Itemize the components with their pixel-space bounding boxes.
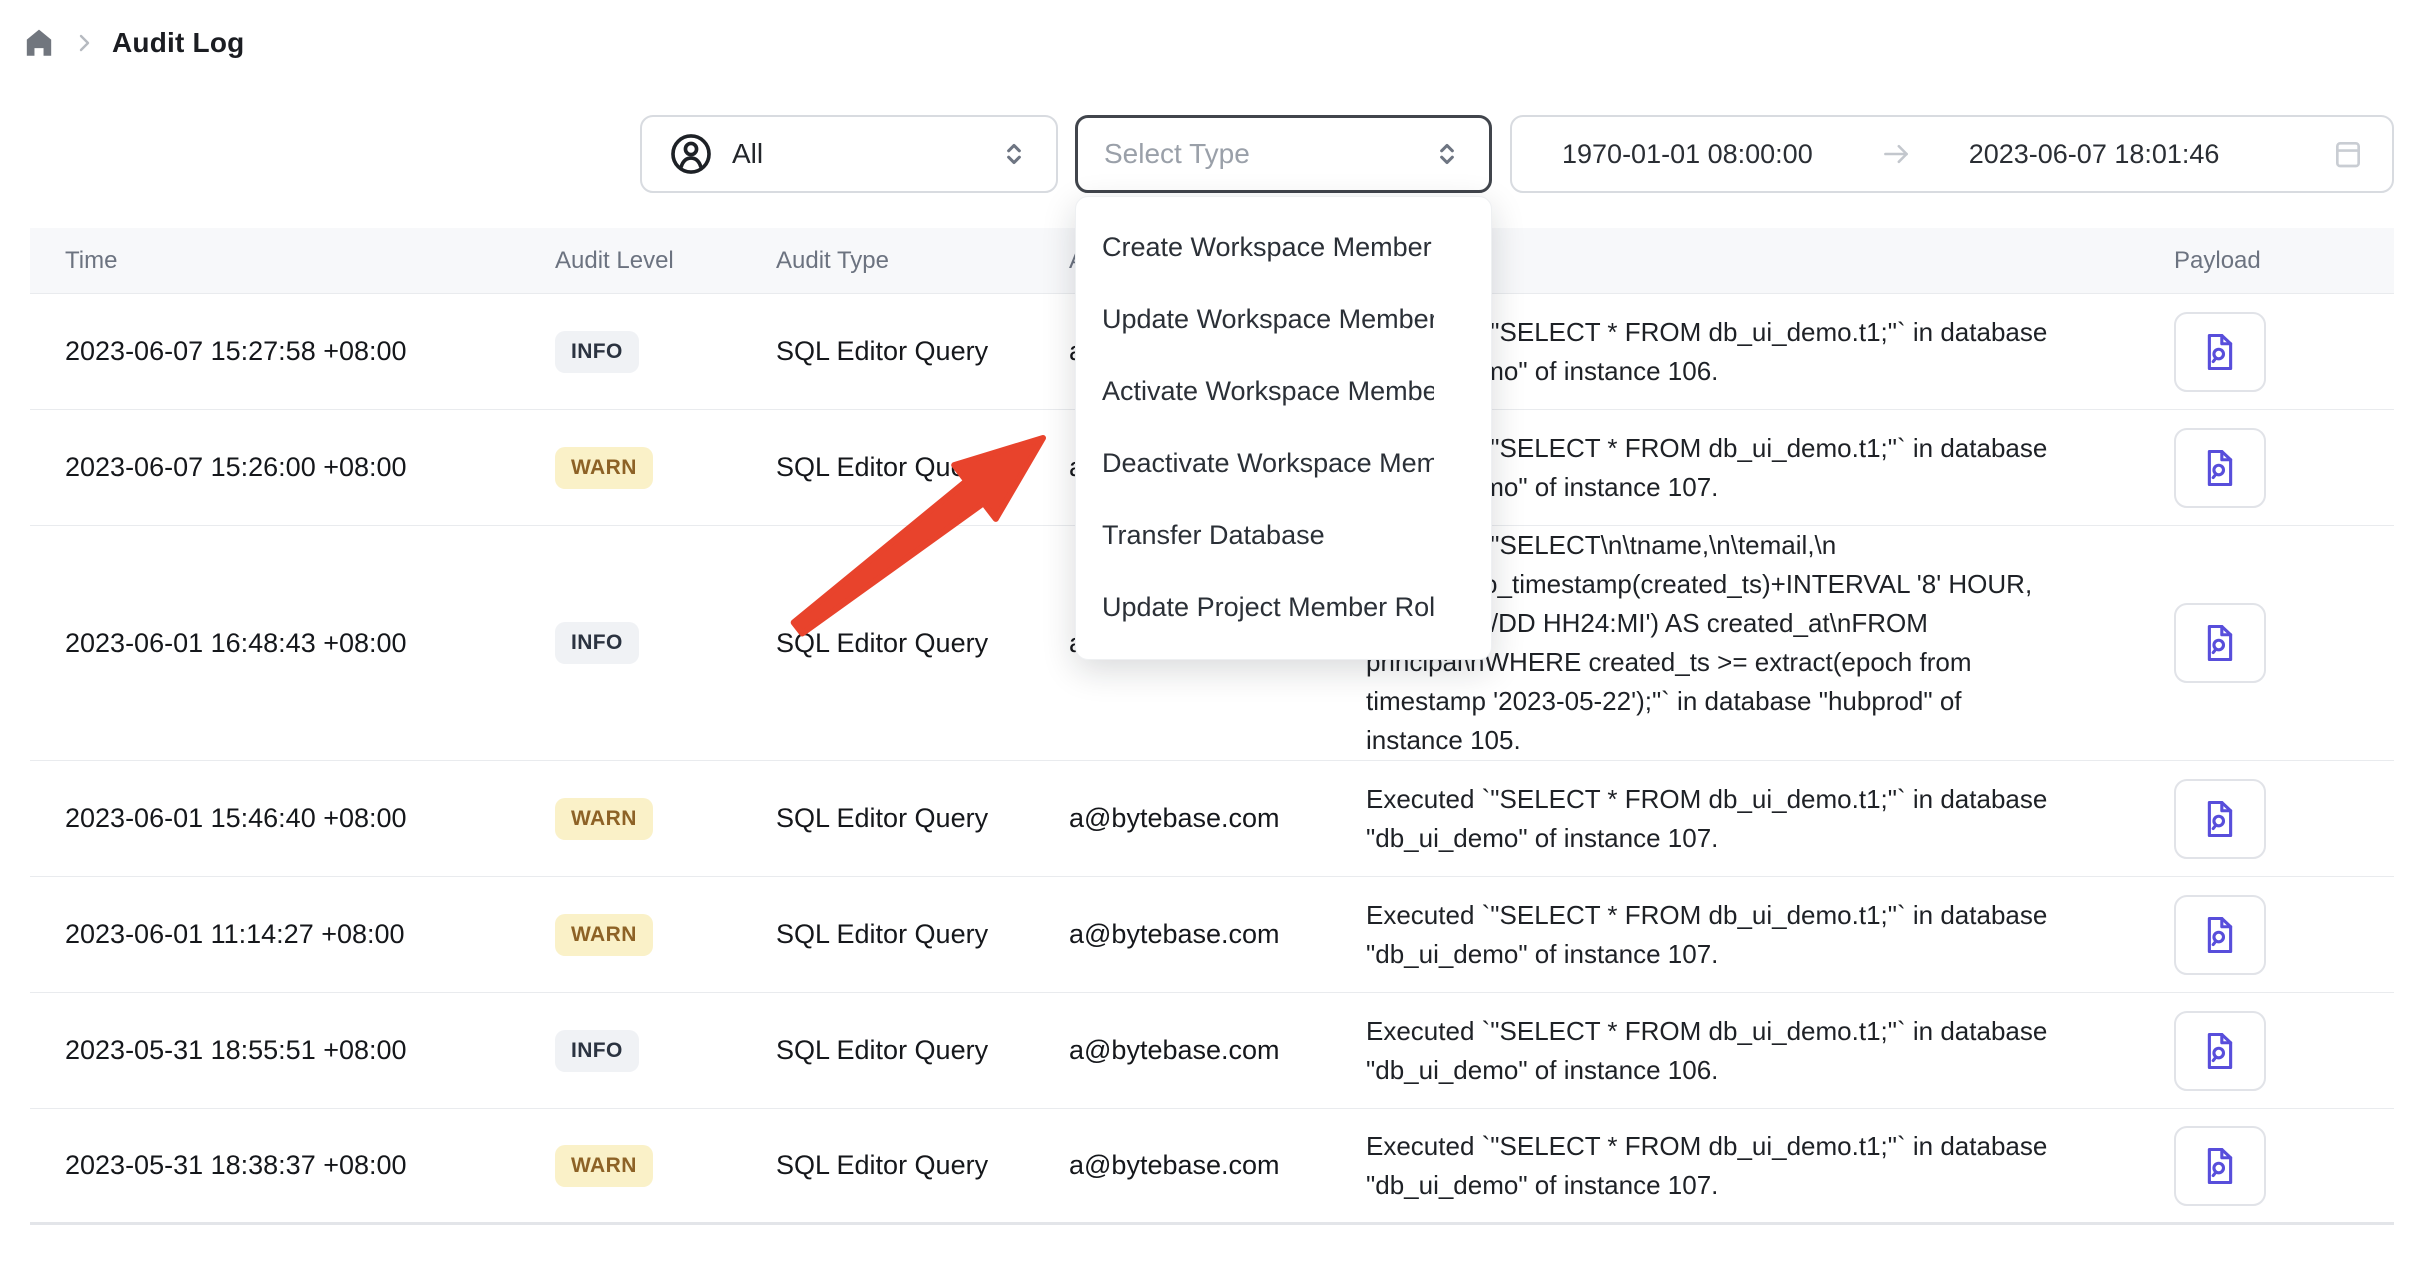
row-audit-type: SQL Editor Query [776,336,988,367]
arrow-right-icon [1879,137,1913,171]
filter-bar: All Select Type 1970-01-01 08:00:00 2023… [640,115,2394,193]
column-header-payload: Payload [2160,247,2394,275]
type-dropdown-option[interactable]: Update Workspace Member [1076,283,1491,355]
table-row: 2023-06-01 15:46:40 +08:00 WARN SQL Edit… [30,761,2394,877]
actor-filter-select[interactable]: All [640,115,1058,193]
row-actor: a@bytebase.com [1069,1150,1280,1181]
row-audit-type: SQL Editor Query [776,1150,988,1181]
date-range-end[interactable]: 2023-06-07 18:01:46 [1969,139,2220,170]
row-audit-type: SQL Editor Query [776,919,988,950]
table-row: 2023-06-01 11:14:27 +08:00 WARN SQL Edit… [30,877,2394,993]
audit-level-badge: INFO [555,622,639,664]
home-breadcrumb-link[interactable] [22,26,56,60]
payload-view-button[interactable] [2174,1011,2266,1091]
row-actor: a@bytebase.com [1069,1035,1280,1066]
type-dropdown-option-label: Create Workspace Member [1102,232,1434,263]
type-dropdown-option[interactable]: Create Workspace Member [1076,211,1491,283]
chevron-right-icon [72,31,96,55]
row-audit-type: SQL Editor Query [776,452,988,483]
breadcrumb: Audit Log [22,26,244,60]
file-search-icon [2198,619,2242,667]
type-dropdown-option-label: Update Workspace Member [1102,304,1434,335]
home-icon [22,26,56,60]
row-time: 2023-06-01 15:46:40 +08:00 [65,803,407,834]
type-dropdown-option-label: Activate Workspace Member [1102,376,1434,407]
calendar-icon[interactable] [2332,138,2364,170]
payload-view-button[interactable] [2174,779,2266,859]
table-row: 2023-05-31 18:38:37 +08:00 WARN SQL Edit… [30,1109,2394,1225]
audit-level-badge: INFO [555,1030,639,1072]
payload-view-button[interactable] [2174,312,2266,392]
audit-level-badge: WARN [555,447,653,489]
file-search-icon [2198,911,2242,959]
payload-view-button[interactable] [2174,895,2266,975]
audit-level-badge: WARN [555,914,653,956]
date-range-picker[interactable]: 1970-01-01 08:00:00 2023-06-07 18:01:46 [1510,115,2394,193]
type-dropdown-option-label: Update Project Member Role [1102,592,1434,623]
audit-log-page: Audit Log All Select Type 1970-01-01 08:… [0,0,2410,1268]
type-dropdown-option-label: Transfer Database [1102,520,1434,551]
row-time: 2023-06-07 15:27:58 +08:00 [65,336,407,367]
file-search-icon [2198,795,2242,843]
row-audit-type: SQL Editor Query [776,803,988,834]
row-audit-type: SQL Editor Query [776,1035,988,1066]
file-search-icon [2198,328,2242,376]
row-time: 2023-06-01 16:48:43 +08:00 [65,628,407,659]
row-time: 2023-05-31 18:55:51 +08:00 [65,1035,407,1066]
row-time: 2023-06-01 11:14:27 +08:00 [65,919,405,950]
row-comment: Executed `"SELECT * FROM db_ui_demo.t1;"… [1366,1012,2047,1090]
audit-level-badge: WARN [555,798,653,840]
row-audit-type: SQL Editor Query [776,628,988,659]
column-header-audit-type: Audit Type [776,247,1069,275]
file-search-icon [2198,1027,2242,1075]
type-dropdown-menu: Create Workspace Member Update Workspace … [1075,196,1492,660]
type-dropdown-option-label: Deactivate Workspace Member [1102,448,1434,479]
file-search-icon [2198,1142,2242,1190]
chevron-up-down-icon [998,138,1030,170]
page-title: Audit Log [112,27,244,59]
user-circle-icon [668,131,714,177]
type-filter-placeholder: Select Type [1104,138,1431,170]
row-comment: Executed `"SELECT * FROM db_ui_demo.t1;"… [1366,1127,2047,1205]
payload-view-button[interactable] [2174,428,2266,508]
type-dropdown-option[interactable]: Activate Workspace Member [1076,355,1491,427]
row-comment: Executed `"SELECT * FROM db_ui_demo.t1;"… [1366,896,2047,974]
audit-level-badge: INFO [555,331,639,373]
type-dropdown-option[interactable]: Deactivate Workspace Member [1076,427,1491,499]
row-time: 2023-06-07 15:26:00 +08:00 [65,452,407,483]
payload-view-button[interactable] [2174,603,2266,683]
type-dropdown-option[interactable]: Update Project Member Role [1076,571,1491,643]
table-row: 2023-05-31 18:55:51 +08:00 INFO SQL Edit… [30,993,2394,1109]
row-comment: Executed `"SELECT * FROM db_ui_demo.t1;"… [1366,780,2047,858]
audit-level-badge: WARN [555,1145,653,1187]
row-actor: a@bytebase.com [1069,803,1280,834]
row-actor: a@bytebase.com [1069,919,1280,950]
type-dropdown-option[interactable]: Transfer Database [1076,499,1491,571]
file-search-icon [2198,444,2242,492]
date-range-start[interactable]: 1970-01-01 08:00:00 [1562,139,1813,170]
row-time: 2023-05-31 18:38:37 +08:00 [65,1150,407,1181]
column-header-time: Time [30,247,555,275]
chevron-up-down-icon [1431,138,1463,170]
actor-filter-value: All [732,138,998,170]
payload-view-button[interactable] [2174,1126,2266,1206]
column-header-audit-level: Audit Level [555,247,776,275]
type-filter-select[interactable]: Select Type [1075,115,1492,193]
